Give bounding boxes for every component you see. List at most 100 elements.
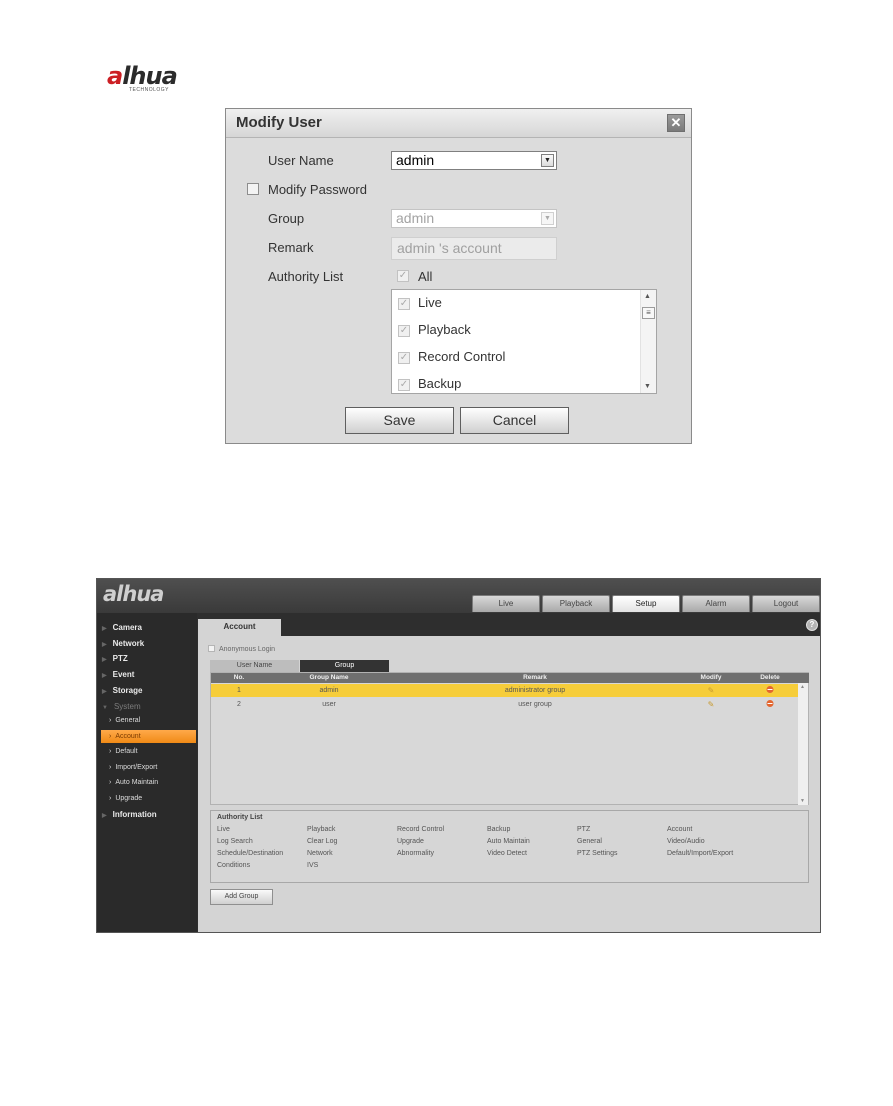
scroll-up-icon[interactable]: ▲ [800,684,805,690]
all-checkbox[interactable]: ✓ [397,270,409,282]
authority-item-label: Live [418,295,442,310]
authority-checkbox[interactable]: ✓ [398,325,410,337]
sidebar-sub-label: Account [115,733,141,740]
cell-remark: user group [518,701,552,708]
anonymous-login-checkbox[interactable] [208,645,215,652]
modify-user-dialog: Modify User ✕ User Name admin ▼ Modify P… [225,108,692,444]
sidebar-item-label: Event [112,670,135,679]
cancel-button[interactable]: Cancel [460,407,569,434]
user-name-select[interactable]: admin ▼ [391,151,557,170]
authority-entry: PTZ [577,826,591,833]
authority-panel-title: Authority List [217,814,263,821]
sidebar-sub-upgrade[interactable]: › Upgrade [109,795,142,802]
authority-entry: Default/Import/Export [667,850,734,857]
edit-icon[interactable]: ✎ [708,684,715,697]
logo-text: lhua [122,62,178,90]
tab-user-name[interactable]: User Name [210,660,299,672]
sidebar-sub-account[interactable]: › Account [101,730,196,743]
logo-a: a [107,62,123,90]
edit-icon[interactable]: ✎ [708,698,715,711]
sidebar-item-label: PTZ [112,654,128,663]
cell-group-name: admin [319,687,339,694]
authority-entry: Conditions [217,862,251,869]
chevron-down-icon[interactable]: ▼ [541,154,554,167]
authority-panel: Authority List Live Log Search Schedule/… [210,810,809,883]
main-header: Account ? [198,613,820,636]
sidebar-item-information[interactable]: ▶ Information [102,810,157,819]
col-delete: Delete [760,674,780,681]
main-panel: Account ? Anonymous Login User Name Grou… [198,613,820,932]
cell-no: 1 [237,687,241,694]
scroll-down-icon[interactable]: ▼ [644,383,651,390]
authority-entry: Record Control [397,826,445,833]
table-row[interactable]: 1 admin administrator group ✎ [211,684,799,697]
tab-playback[interactable]: Playback [542,595,610,612]
dialog-header: Modify User ✕ [226,109,691,138]
web-header: alhua Live Playback Setup Alarm Logout [97,579,820,613]
web-ui-screenshot: alhua Live Playback Setup Alarm Logout ▶… [96,578,821,933]
add-group-button[interactable]: Add Group [210,889,273,905]
authority-item-label: Playback [418,322,471,337]
modify-password-checkbox[interactable] [247,183,259,195]
scroll-up-icon[interactable]: ▲ [644,293,651,300]
col-remark: Remark [523,674,547,681]
sidebar-item-storage[interactable]: ▶ Storage [102,686,142,695]
sidebar-item-network[interactable]: ▶ Network [102,639,144,648]
sidebar-sub-label: Upgrade [115,795,143,802]
save-button[interactable]: Save [345,407,454,434]
table-row[interactable]: 2 user user group ✎ [211,698,799,711]
col-no: No. [233,674,245,681]
sidebar-item-system[interactable]: ▼ System [102,702,141,711]
user-name-value: admin [396,152,435,168]
authority-item-label: Record Control [418,349,506,364]
tab-alarm[interactable]: Alarm [682,595,750,612]
authority-checkbox[interactable]: ✓ [398,379,410,391]
sidebar-sub-import-export[interactable]: › Import/Export [109,764,157,771]
authority-entry: Abnormality [397,850,434,857]
group-label: Group [268,211,305,226]
cell-no: 2 [237,701,241,708]
sidebar-item-event[interactable]: ▶ Event [102,670,134,679]
scroll-down-icon[interactable]: ▼ [800,798,805,804]
authority-entry: Network [307,850,333,857]
authority-list-scrollbar[interactable]: ▲ ≡ ▼ [640,290,656,393]
anonymous-login[interactable]: Anonymous Login [208,645,275,653]
tab-group[interactable]: Group [300,660,389,672]
sidebar-sub-label: Import/Export [115,764,158,771]
user-name-label: User Name [268,153,334,168]
sidebar-sub-label: General [115,717,141,724]
sidebar-sub-auto-maintain[interactable]: › Auto Maintain [109,779,158,786]
web-logo: alhua [103,582,164,606]
remark-field[interactable]: admin 's account [391,237,557,260]
sidebar-sub-label: Default [115,748,138,755]
tab-live[interactable]: Live [472,595,540,612]
authority-entry: Backup [487,826,511,833]
authority-entry: Live [217,826,230,833]
group-select[interactable]: admin ▼ [391,209,557,228]
close-icon[interactable]: ✕ [667,114,685,132]
tab-logout[interactable]: Logout [752,595,820,612]
sidebar-item-camera[interactable]: ▶ Camera [102,623,142,632]
sidebar-sub-default[interactable]: › Default [109,748,138,755]
sidebar-sub-general[interactable]: › General [109,717,140,724]
table-scrollbar[interactable]: ▲ ▼ [798,683,808,805]
sidebar-sub-label: Auto Maintain [115,779,159,786]
cell-remark: administrator group [504,687,566,694]
sidebar-item-label: Network [112,639,145,648]
group-table: No. Group Name Remark Modify Delete 1 ad… [210,672,809,805]
tab-account[interactable]: Account [198,619,281,636]
anonymous-login-label: Anonymous Login [219,646,276,653]
authority-entry: Clear Log [307,838,338,845]
sidebar-item-label: Camera [112,623,142,632]
authority-entry: Video Detect [487,850,527,857]
authority-list: ✓ Live ✓ Playback ✓ Record Control ✓ Bac… [391,289,657,394]
sidebar-item-ptz[interactable]: ▶ PTZ [102,654,128,663]
delete-icon[interactable] [766,698,774,711]
tab-setup[interactable]: Setup [612,595,680,612]
authority-checkbox[interactable]: ✓ [398,298,410,310]
scroll-thumb[interactable]: ≡ [642,307,655,319]
delete-icon[interactable] [766,684,774,697]
authority-checkbox[interactable]: ✓ [398,352,410,364]
authority-list-label: Authority List [268,269,344,284]
help-icon[interactable]: ? [806,619,818,631]
